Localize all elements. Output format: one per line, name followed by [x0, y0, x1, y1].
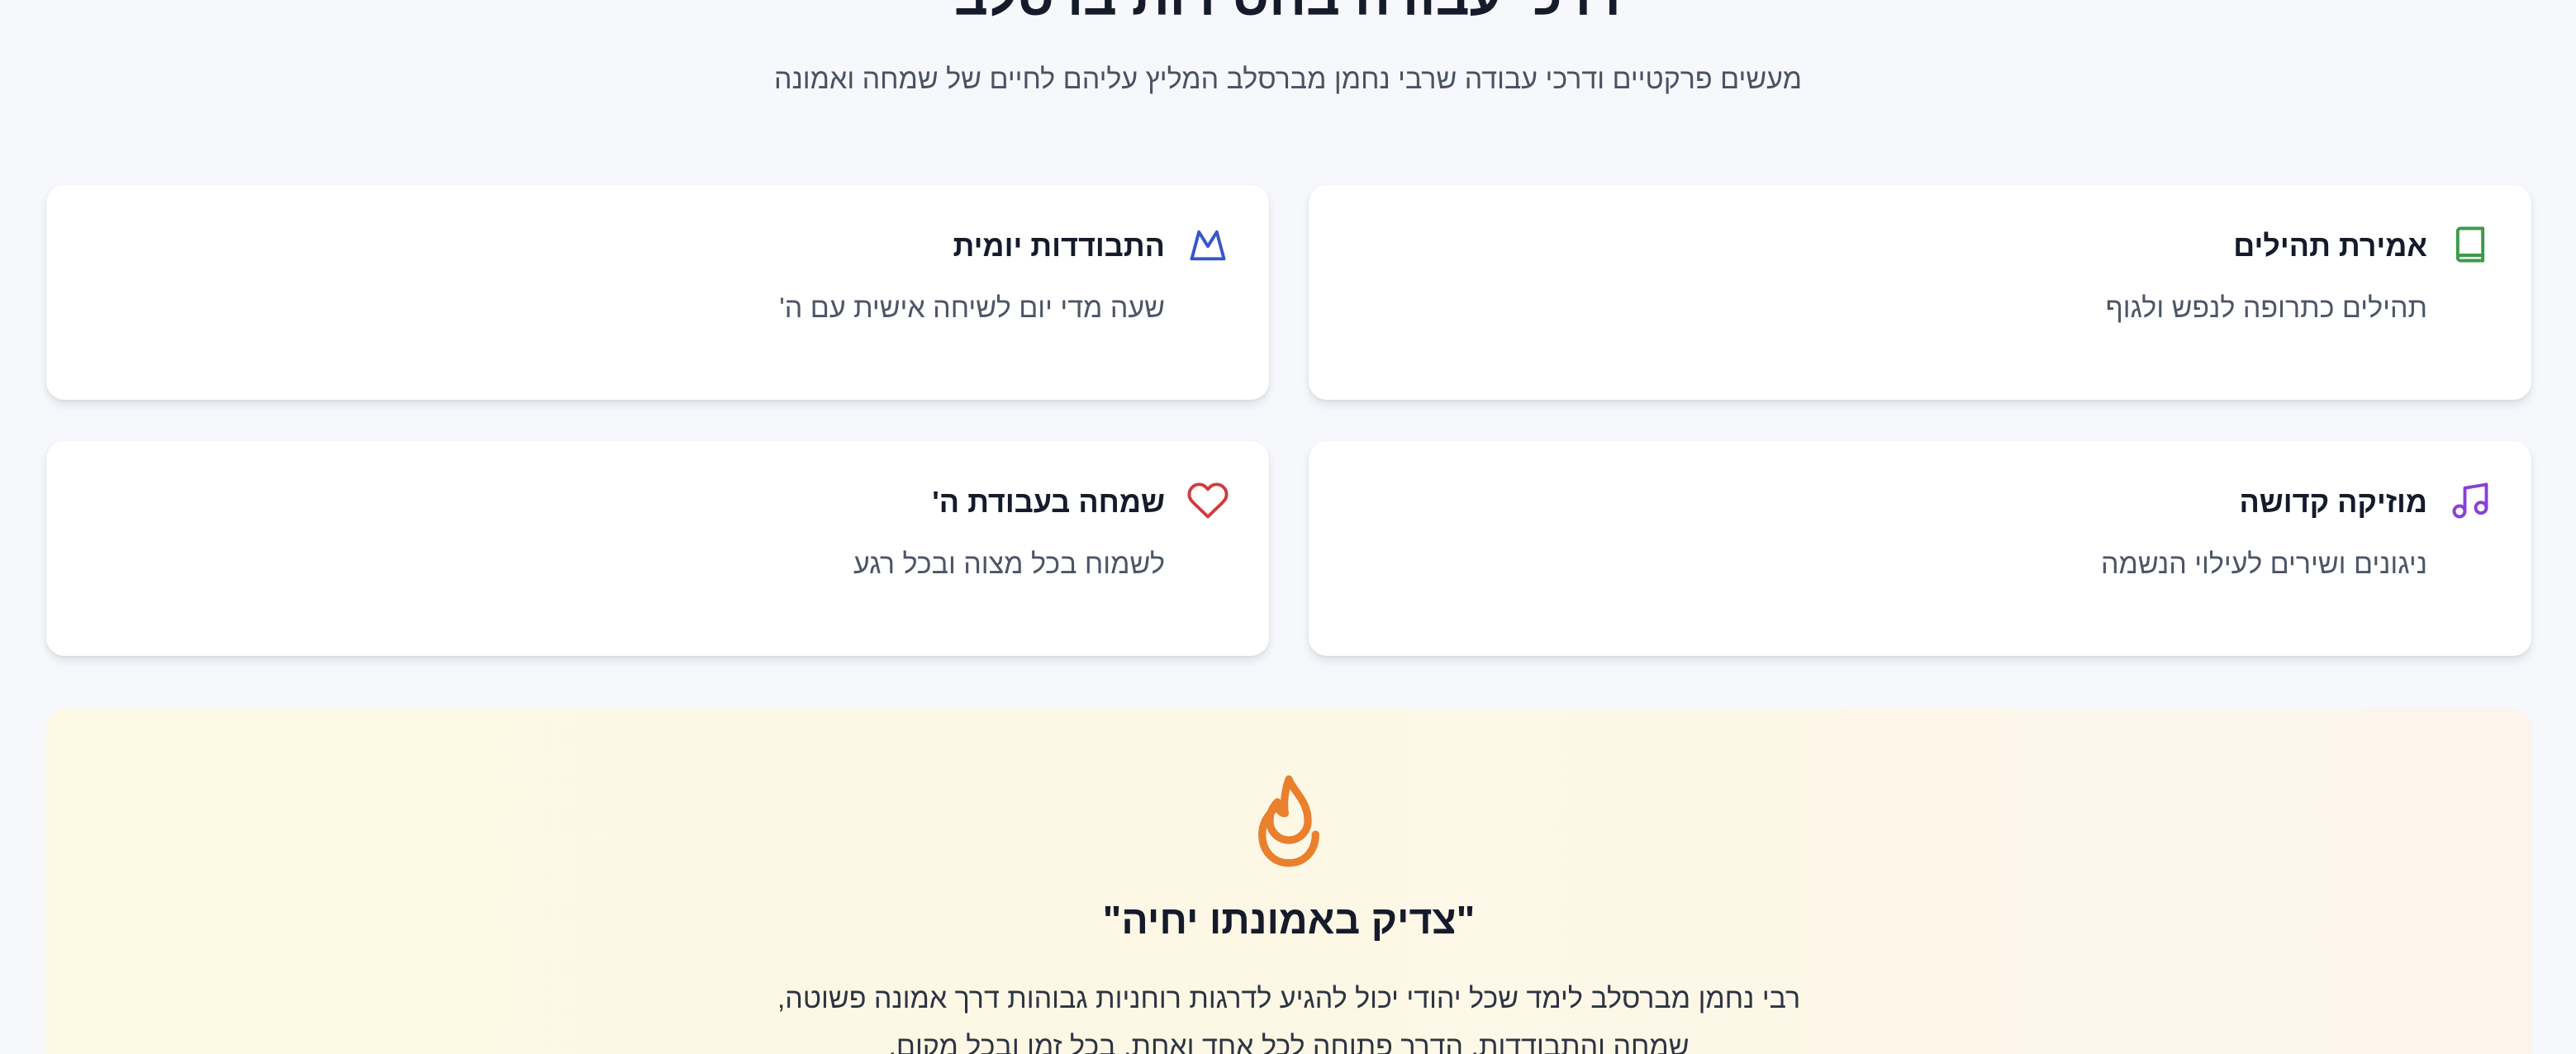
card-music: מוזיקה קדושה ניגונים ושירים לעילוי הנשמה — [1309, 441, 2531, 656]
card-tehillim: אמירת תהילים תהילים כתרופה לנפש ולגוף — [1309, 185, 2531, 400]
card-title: אמירת תהילים — [2233, 229, 2427, 263]
page: דרכי עבודה בחסידות ברסלב מעשים פרקטיים ו… — [0, 0, 2576, 1054]
card-description: שעה מדי יום לשיחה אישית עם ה' — [779, 292, 1165, 324]
card-description: לשמוח בכל מצוה ובכל רגע — [853, 548, 1165, 580]
section-title: דרכי עבודה בחסידות ברסלב — [0, 0, 2576, 30]
music-icon — [2449, 479, 2492, 522]
quote-box: "צדיק באמונתו יחיה" רבי נחמן מברסלב לימד… — [46, 709, 2531, 1054]
book-icon — [2449, 223, 2492, 266]
card-description: תהילים כתרופה לנפש ולגוף — [2105, 292, 2427, 324]
card-hitbodedut: התבודדות יומית שעה מדי יום לשיחה אישית ע… — [46, 185, 1269, 400]
quote-title: "צדיק באמונתו יחיה" — [1102, 899, 1476, 942]
card-title: שמחה בעבודת ה' — [932, 485, 1165, 519]
card-description: ניגונים ושירים לעילוי הנשמה — [2100, 548, 2427, 580]
card-title: מוזיקה קדושה — [2239, 485, 2427, 519]
flame-icon — [1243, 772, 1335, 871]
mountain-icon — [1186, 223, 1229, 266]
quote-text: רבי נחמן מברסלב לימד שכל יהודי יכול להגי… — [777, 983, 1801, 1054]
card-title: התבודדות יומית — [953, 229, 1165, 263]
section-subtitle: מעשים פרקטיים ודרכי עבודה שרבי נחמן מברס… — [774, 64, 1802, 95]
card-simcha: שמחה בעבודת ה' לשמוח בכל מצוה ובכל רגע — [46, 441, 1269, 656]
heart-icon — [1186, 479, 1229, 522]
